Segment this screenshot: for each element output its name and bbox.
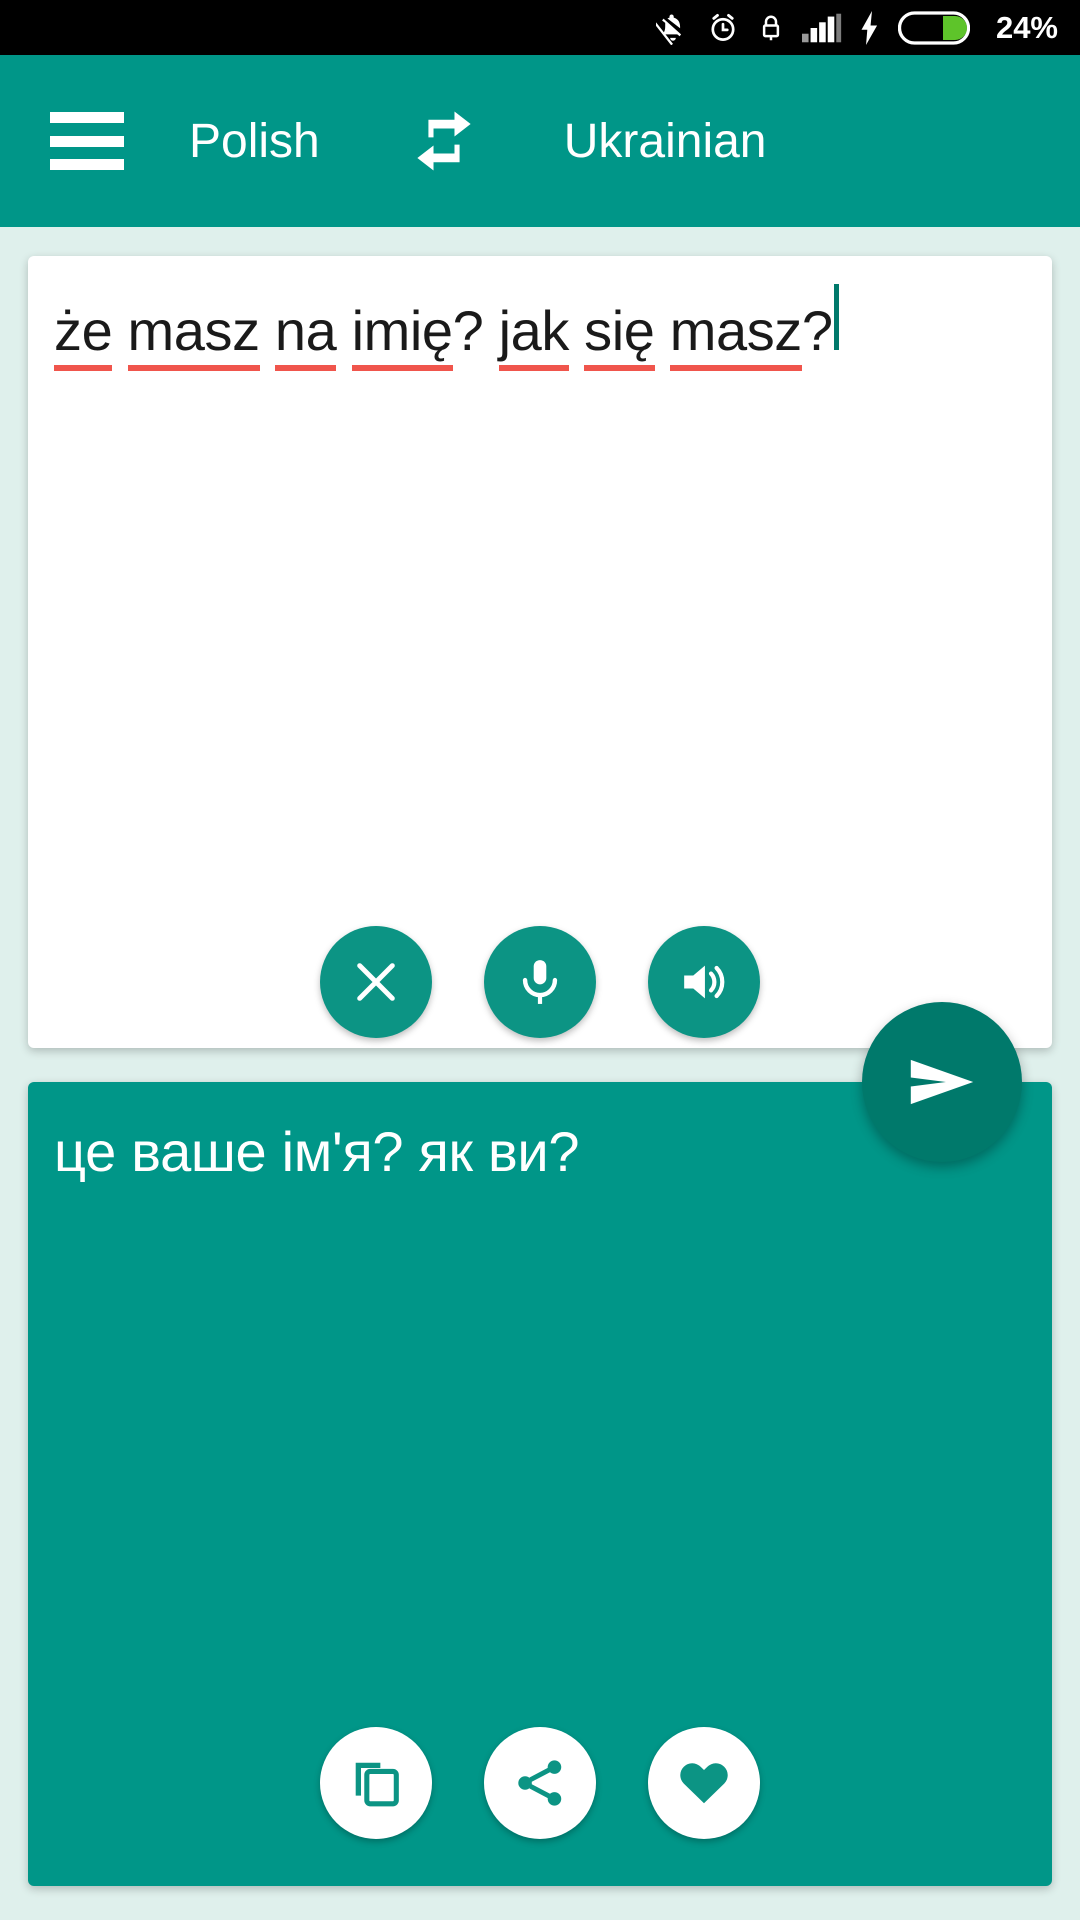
mic-button[interactable] bbox=[484, 926, 596, 1038]
hamburger-menu-icon[interactable] bbox=[50, 112, 124, 170]
source-word: jak bbox=[498, 299, 570, 362]
microphone-icon bbox=[522, 960, 558, 1004]
share-button[interactable] bbox=[484, 1727, 596, 1839]
source-word: masz bbox=[669, 299, 803, 362]
copy-icon bbox=[355, 1762, 399, 1807]
menu-bar-1 bbox=[50, 112, 124, 123]
speaker-icon bbox=[684, 965, 725, 999]
source-text-content[interactable]: że masz na imię? jak się masz? bbox=[54, 298, 833, 365]
target-language-button[interactable]: Ukrainian bbox=[564, 114, 767, 169]
app-bar: Polish Ukrainian bbox=[0, 55, 1080, 227]
close-icon bbox=[357, 963, 395, 1001]
battery-icon bbox=[897, 10, 970, 45]
swap-arrows-glyph bbox=[417, 111, 471, 171]
source-word: na bbox=[274, 299, 337, 362]
translation-actions-row bbox=[28, 1727, 1052, 1839]
source-text-area[interactable]: że masz na imię? jak się masz? bbox=[54, 284, 1026, 365]
share-icon bbox=[518, 1760, 562, 1806]
source-word: imię bbox=[351, 299, 453, 362]
send-icon bbox=[910, 1059, 974, 1105]
alarm-icon bbox=[711, 13, 735, 41]
status-bar-icons: 24% bbox=[655, 9, 1058, 46]
menu-bar-3 bbox=[50, 159, 124, 170]
clear-button[interactable] bbox=[320, 926, 432, 1038]
charging-bolt-icon bbox=[861, 10, 878, 45]
text-cursor bbox=[833, 284, 839, 350]
source-word: że bbox=[54, 299, 113, 362]
swap-languages-icon[interactable] bbox=[410, 107, 478, 175]
battery-percentage: 24% bbox=[995, 9, 1058, 45]
signal-bars-icon bbox=[801, 13, 842, 42]
source-language-button[interactable]: Polish bbox=[189, 114, 320, 169]
heart-icon bbox=[680, 1763, 728, 1804]
listen-button[interactable] bbox=[648, 926, 760, 1038]
status-bar: 20:17 24% bbox=[0, 0, 1080, 55]
translation-card[interactable]: це ваше ім'я? як ви? bbox=[28, 1082, 1052, 1886]
source-word: masz bbox=[127, 299, 261, 362]
notifications-off-icon bbox=[655, 14, 682, 45]
menu-bar-2 bbox=[50, 135, 124, 147]
status-clock: 20:17 bbox=[30, 18, 71, 36]
source-word: ? bbox=[452, 299, 484, 362]
source-word: się bbox=[584, 299, 655, 362]
usb-lock-icon bbox=[762, 15, 780, 40]
source-text-card[interactable]: że masz na imię? jak się masz? bbox=[28, 256, 1052, 1048]
send-button[interactable] bbox=[862, 1002, 1022, 1162]
copy-button[interactable] bbox=[320, 1727, 432, 1839]
source-word: ? bbox=[801, 299, 833, 362]
favorite-button[interactable] bbox=[648, 1727, 760, 1839]
